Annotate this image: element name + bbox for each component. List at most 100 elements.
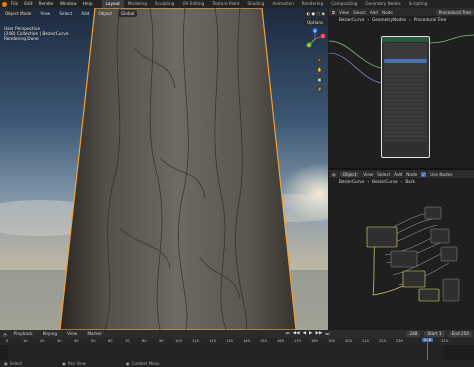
tab-layout[interactable]: Layout [101,0,124,8]
node-socket-row[interactable] [384,118,427,123]
3d-viewport[interactable] [0,8,328,330]
node-socket-row[interactable] [384,82,427,87]
breadcrumb-modifier[interactable]: GeometryNodes [372,17,406,22]
breadcrumb-object[interactable]: BezierCurve [339,179,364,184]
menu-window[interactable]: Window [57,2,80,7]
breadcrumb-tree[interactable]: Procedural Tree [414,17,446,22]
node-socket-row[interactable] [384,90,427,95]
tab-modeling[interactable]: Modeling [124,0,151,8]
toolbar-toggle[interactable] [2,24,4,54]
node-socket-row[interactable] [384,62,427,67]
menu-file[interactable]: File [8,2,21,7]
menu-render[interactable]: Render [36,2,57,7]
jump-end-icon[interactable]: ⏭ [325,331,329,337]
node-tree-selector[interactable]: Procedural Tree [435,9,474,15]
camera-icon[interactable]: ▣ [316,76,323,83]
menu-view[interactable]: View [64,332,80,337]
pan-hand-icon[interactable]: ✋ [316,66,323,73]
node-socket-row[interactable] [384,66,427,71]
playhead-line[interactable] [427,338,428,360]
menu-select[interactable]: Select [377,172,390,177]
geometry-nodes-group-node[interactable] [381,36,430,158]
shading-mode-buttons[interactable]: ◐ ● ○ ◉ [303,9,328,17]
node-socket-row[interactable] [384,74,427,79]
tab-uv-editing[interactable]: UV Editing [178,0,208,8]
tab-animation[interactable]: Animation [268,0,297,8]
mouse-left-icon: ▣ [4,361,8,366]
end-frame-field[interactable]: End 250 [448,331,472,337]
zoom-icon[interactable]: ⌕ [316,56,323,63]
next-keyframe-icon[interactable]: ▶▶ [316,331,323,337]
editor-type-icon[interactable]: ◍ [332,172,336,177]
menu-select[interactable]: Select [353,10,366,15]
node-active-field[interactable] [384,58,427,63]
menu-select[interactable]: Select [56,10,75,17]
node-socket-row[interactable] [384,70,427,75]
breadcrumb-object[interactable]: BezierCurve [339,17,364,22]
menu-add[interactable]: Add [394,172,402,177]
shader-node-editor[interactable]: ◍ Object View Select Add Node ✓ Use Node… [329,170,474,330]
node-socket-row[interactable] [384,126,427,131]
node-socket-row[interactable] [384,110,427,115]
breadcrumb-data[interactable]: BezierCurve [372,179,397,184]
start-frame-field[interactable]: Start 1 [424,331,445,337]
node-socket-row[interactable] [384,130,427,135]
tab-geometry-nodes[interactable]: Geometry Nodes [361,0,404,8]
editor-type-icon[interactable]: ⧉ [332,10,335,15]
menu-add[interactable]: Add [78,10,92,17]
tab-sculpting[interactable]: Sculpting [151,0,179,8]
menu-help[interactable]: Help [80,2,96,7]
menu-view[interactable]: View [37,10,53,17]
tick-label: 80 [142,339,147,343]
menu-node[interactable]: Node [406,172,417,177]
tab-texture-paint[interactable]: Texture Paint [208,0,243,8]
menu-view[interactable]: View [363,172,373,177]
shader-node-graph[interactable] [329,185,474,330]
object-mode-dropdown[interactable]: Object Mode [2,9,35,17]
blender-logo-icon[interactable] [0,0,8,8]
timeline-body[interactable] [0,338,474,360]
orientation-dropdown[interactable]: Global [118,9,138,17]
menu-node[interactable]: Node [382,10,393,15]
tab-shading[interactable]: Shading [243,0,268,8]
play-icon[interactable]: ▶ [309,331,312,337]
menu-playback[interactable]: Playback [11,332,36,337]
node-socket-row[interactable] [384,122,427,127]
node-socket-row[interactable] [384,106,427,111]
tick-label: 10 [23,339,28,343]
tick-label: 30 [57,339,62,343]
menu-edit[interactable]: Edit [21,2,35,7]
status-context-menu: Context Menu [131,361,160,366]
node-socket-row[interactable] [384,78,427,83]
node-socket-row[interactable] [384,94,427,99]
menu-marker[interactable]: Marker [84,332,105,337]
grid-icon[interactable]: # [316,86,323,93]
breadcrumb-material[interactable]: Bark [405,179,415,184]
use-nodes-checkbox[interactable]: ✓ [421,171,427,177]
menu-object[interactable]: Object [95,10,115,17]
timeline-ruler[interactable]: 0 10 20 30 40 50 60 70 80 90 100 110 120… [0,338,474,345]
tree-trunk[interactable] [59,8,297,330]
prev-keyframe-icon[interactable]: ◀◀ [293,331,300,337]
navigation-gizmo[interactable]: X Y Z [304,28,326,50]
current-frame-field[interactable]: 248 [406,331,421,337]
node-socket-row[interactable] [384,86,427,91]
node-socket-row[interactable] [384,114,427,119]
node-socket-row[interactable] [384,102,427,107]
node-socket-row[interactable] [384,98,427,103]
menu-add[interactable]: Add [370,10,378,15]
tab-compositing[interactable]: Compositing [327,0,361,8]
menu-keying[interactable]: Keying [40,332,60,337]
node-socket-row[interactable] [384,138,427,143]
chevron-right-icon: › [367,179,370,184]
editor-type-icon[interactable]: ◔ [3,332,7,337]
shader-type-dropdown[interactable]: Object [339,171,360,177]
tick-label: 160 [277,339,284,343]
menu-view[interactable]: View [339,10,349,15]
tab-scripting[interactable]: Scripting [405,0,432,8]
tab-rendering[interactable]: Rendering [298,0,327,8]
jump-start-icon[interactable]: ⏮ [286,331,290,337]
node-socket-row[interactable] [384,134,427,139]
play-reverse-icon[interactable]: ◀ [303,331,306,337]
options-dropdown[interactable]: Options [304,19,327,26]
